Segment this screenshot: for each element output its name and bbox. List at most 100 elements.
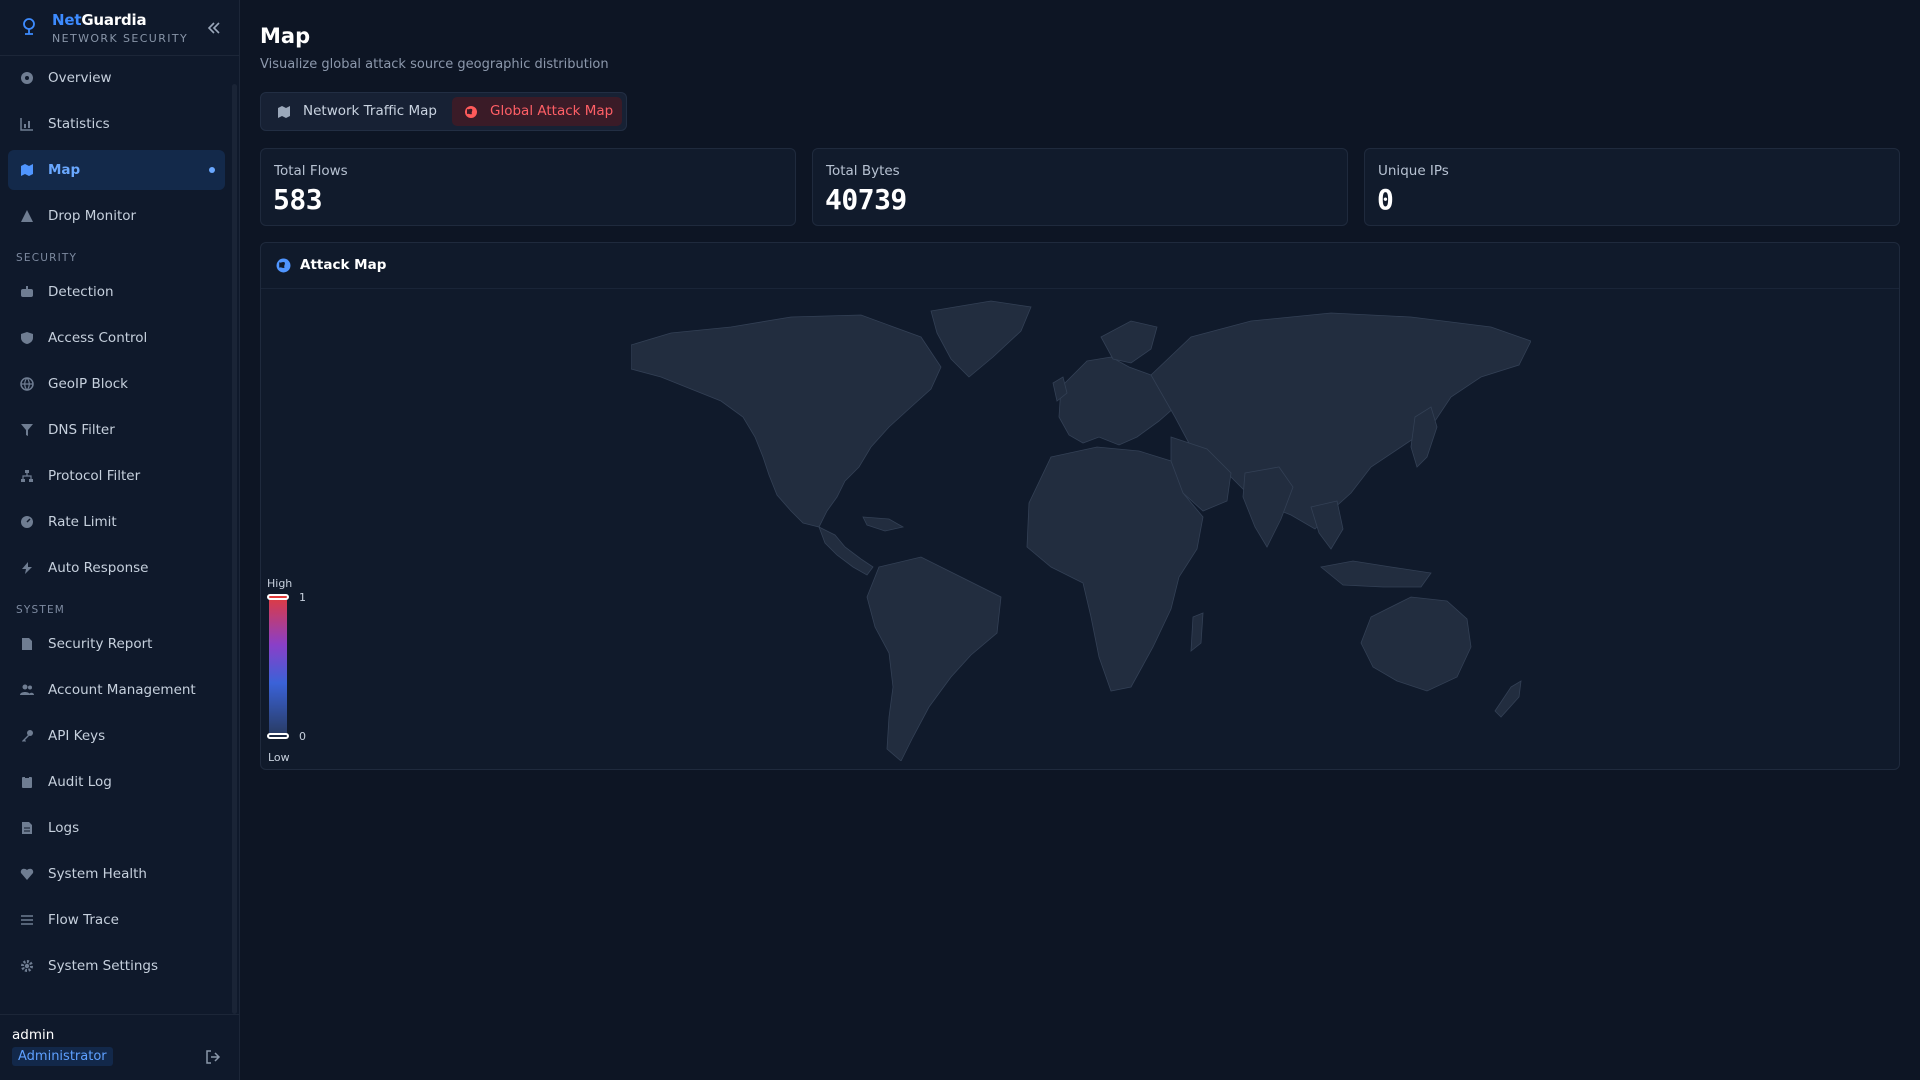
sidebar-item-logs[interactable]: Logs bbox=[8, 808, 225, 848]
sidebar-item-label: Detection bbox=[48, 284, 114, 300]
brand-name: NetGuardia bbox=[52, 11, 147, 29]
region-greenland bbox=[930, 300, 1032, 378]
region-caribbean bbox=[862, 516, 905, 532]
page-title: Map bbox=[260, 24, 311, 48]
sitemap-icon bbox=[21, 470, 33, 482]
world-map[interactable] bbox=[631, 297, 1531, 761]
globe-icon bbox=[465, 106, 477, 118]
sidebar-item-api-keys[interactable]: API Keys bbox=[8, 716, 225, 756]
bar-chart-icon bbox=[20, 118, 33, 131]
sidebar-item-label: Security Report bbox=[48, 636, 153, 652]
sidebar-item-rate-limit[interactable]: Rate Limit bbox=[8, 502, 225, 542]
region-north-america bbox=[631, 314, 942, 528]
region-australia bbox=[1360, 596, 1472, 692]
sidebar-item-statistics[interactable]: Statistics bbox=[8, 104, 225, 144]
sidebar-item-label: Access Control bbox=[48, 330, 148, 346]
tab-label: Global Attack Map bbox=[490, 103, 614, 119]
sidebar-item-access-control[interactable]: Access Control bbox=[8, 318, 225, 358]
sidebar-item-system-health[interactable]: System Health bbox=[8, 854, 225, 894]
sidebar-item-label: Rate Limit bbox=[48, 514, 117, 530]
sidebar-item-geoip-block[interactable]: GeoIP Block bbox=[8, 364, 225, 404]
stat-label: Total Flows bbox=[274, 163, 348, 179]
file-icon bbox=[22, 638, 32, 650]
page-subtitle: Visualize global attack source geographi… bbox=[260, 57, 609, 72]
stat-value: 0 bbox=[1377, 183, 1394, 216]
sidebar-item-drop-monitor[interactable]: Drop Monitor bbox=[8, 196, 225, 236]
sidebar-item-label: GeoIP Block bbox=[48, 376, 128, 392]
tab-network-traffic-map[interactable]: Network Traffic Map bbox=[265, 97, 447, 126]
sidebar-item-audit-log[interactable]: Audit Log bbox=[8, 762, 225, 802]
globe-icon bbox=[276, 258, 291, 273]
key-icon bbox=[22, 730, 33, 742]
bolt-icon bbox=[22, 562, 32, 574]
section-label-system: SYSTEM bbox=[16, 604, 66, 616]
logout-icon[interactable] bbox=[205, 1049, 221, 1065]
sidebar-item-detection[interactable]: Detection bbox=[8, 272, 225, 312]
sidebar-item-flow-trace[interactable]: Flow Trace bbox=[8, 900, 225, 940]
gear-icon bbox=[21, 960, 33, 972]
stat-card-unique-ips: Unique IPs 0 bbox=[1364, 148, 1900, 226]
sidebar-item-auto-response[interactable]: Auto Response bbox=[8, 548, 225, 588]
globe-icon bbox=[20, 377, 34, 391]
document-icon bbox=[22, 822, 32, 834]
tachometer-icon bbox=[21, 516, 33, 528]
main-content: Map Visualize global attack source geogr… bbox=[240, 0, 1920, 1080]
legend-max-handle[interactable] bbox=[267, 594, 289, 600]
region-india bbox=[1242, 466, 1294, 548]
region-new-zealand bbox=[1494, 680, 1522, 718]
sidebar-item-account-management[interactable]: Account Management bbox=[8, 670, 225, 710]
region-indonesia bbox=[1320, 560, 1432, 588]
sidebar-item-label: Overview bbox=[48, 70, 112, 86]
tab-global-attack-map[interactable]: Global Attack Map bbox=[452, 97, 622, 126]
stat-label: Total Bytes bbox=[826, 163, 900, 179]
stat-card-total-flows: Total Flows 583 bbox=[260, 148, 796, 226]
robot-icon bbox=[21, 286, 33, 297]
sidebar-item-map[interactable]: Map bbox=[8, 150, 225, 190]
user-name: admin bbox=[12, 1027, 55, 1043]
region-africa bbox=[1026, 446, 1204, 692]
map-tabs: Network Traffic Map Global Attack Map bbox=[260, 92, 627, 131]
sidebar-item-label: Logs bbox=[48, 820, 80, 836]
sidebar-item-overview[interactable]: Overview bbox=[8, 58, 225, 98]
sidebar-scrollbar[interactable] bbox=[232, 84, 237, 1014]
attack-map-panel: Attack Map High 1 0 Low bbox=[260, 242, 1900, 770]
stat-value: 583 bbox=[273, 183, 323, 216]
brand-header: NetGuardia NETWORK SECURITY bbox=[0, 0, 240, 56]
region-south-america bbox=[866, 556, 1002, 761]
region-scandinavia bbox=[1100, 320, 1158, 364]
legend-min-handle[interactable] bbox=[267, 733, 289, 739]
list-icon bbox=[21, 915, 33, 925]
user-panel: admin Administrator bbox=[0, 1014, 240, 1080]
warning-triangle-icon bbox=[21, 210, 33, 222]
user-role-badge: Administrator bbox=[12, 1047, 113, 1066]
sidebar-item-label: Statistics bbox=[48, 116, 110, 132]
stat-value: 40739 bbox=[825, 183, 907, 216]
map-header: Attack Map bbox=[261, 243, 1899, 289]
sidebar-item-label: System Settings bbox=[48, 958, 159, 974]
clipboard-icon bbox=[22, 776, 32, 788]
sidebar-item-system-settings[interactable]: System Settings bbox=[8, 946, 225, 986]
users-icon bbox=[20, 684, 34, 695]
sidebar-item-label: Protocol Filter bbox=[48, 468, 141, 484]
region-central-america bbox=[818, 526, 874, 576]
sidebar-item-label: Flow Trace bbox=[48, 912, 119, 928]
sidebar-item-label: System Health bbox=[48, 866, 147, 882]
region-madagascar bbox=[1190, 612, 1204, 652]
active-indicator bbox=[209, 167, 215, 173]
legend-low-label: Low bbox=[268, 751, 290, 764]
filter-icon bbox=[21, 424, 33, 436]
sidebar-item-label: Account Management bbox=[48, 682, 196, 698]
stat-label: Unique IPs bbox=[1378, 163, 1449, 179]
sidebar-item-protocol-filter[interactable]: Protocol Filter bbox=[8, 456, 225, 496]
map-title: Attack Map bbox=[300, 257, 387, 273]
map-icon bbox=[21, 164, 33, 176]
legend-max-value: 1 bbox=[299, 591, 306, 604]
sidebar-item-label: Auto Response bbox=[48, 560, 149, 576]
sidebar-item-dns-filter[interactable]: DNS Filter bbox=[8, 410, 225, 450]
section-label-security: SECURITY bbox=[16, 252, 78, 264]
sidebar-item-security-report[interactable]: Security Report bbox=[8, 624, 225, 664]
legend-min-value: 0 bbox=[299, 730, 306, 743]
sidebar-item-label: DNS Filter bbox=[48, 422, 115, 438]
sidebar-item-label: Audit Log bbox=[48, 774, 112, 790]
collapse-sidebar-icon[interactable] bbox=[204, 18, 224, 38]
